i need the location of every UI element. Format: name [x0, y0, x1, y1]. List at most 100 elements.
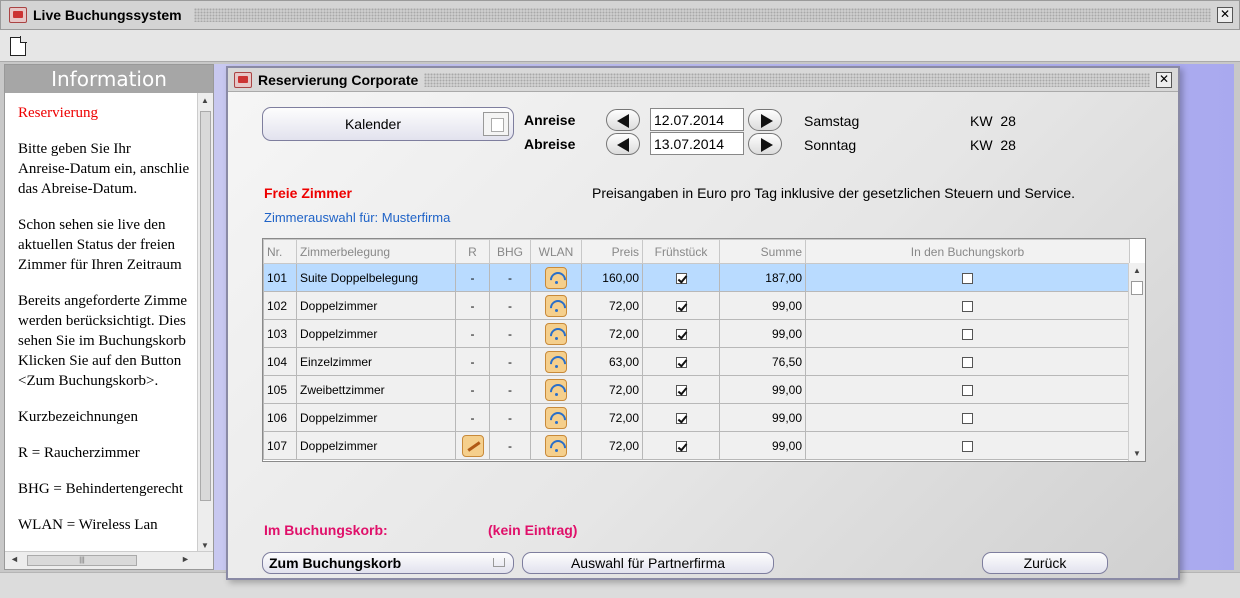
cell-smoking: - [470, 354, 475, 369]
info-vertical-scrollbar[interactable]: ▲ ▼ [197, 93, 213, 553]
table-row[interactable]: 107 Doppelzimmer - 72,00 99,00 [263, 431, 1130, 460]
add-to-basket-checkbox[interactable] [962, 272, 973, 284]
cell-r: - [455, 403, 490, 432]
table-vertical-scrollbar[interactable]: ▲ ▼ [1128, 263, 1145, 461]
departure-date-input[interactable] [650, 132, 744, 155]
column-header[interactable]: Nr. [263, 239, 297, 264]
info-line: werden berücksichtigt. Dies [18, 313, 186, 329]
dialog-close-button[interactable]: ✕ [1156, 71, 1172, 88]
table-row[interactable]: 103 Doppelzimmer - -72,00 99,00 [263, 319, 1130, 348]
arrow-left-icon [617, 114, 629, 128]
breakfast-checkbox[interactable] [675, 300, 687, 312]
wlan-icon [545, 434, 567, 457]
cell-room-type: Doppelzimmer [296, 291, 456, 320]
table-scroll-thumb[interactable] [1131, 281, 1143, 295]
breakfast-checkbox[interactable] [675, 440, 687, 452]
info-scroll-thumb[interactable] [200, 111, 211, 501]
add-to-basket-checkbox[interactable] [962, 440, 973, 452]
column-header[interactable]: BHG [489, 239, 531, 264]
scroll-up-icon[interactable]: ▲ [201, 96, 209, 105]
cell-number: 106 [263, 403, 297, 432]
cell-sum: 99,00 [719, 319, 806, 348]
arrow-right-icon [761, 138, 773, 152]
cell-r: - [455, 347, 490, 376]
cell-bhg: - [489, 291, 531, 320]
breakfast-checkbox[interactable] [675, 356, 687, 368]
cell-r: - [455, 375, 490, 404]
cell-sum: 99,00 [719, 291, 806, 320]
table-row[interactable]: 101 Suite Doppelbelegung - -160,00 187,00 [263, 263, 1130, 292]
add-to-basket-checkbox[interactable] [962, 412, 973, 424]
app-icon [9, 7, 27, 23]
breakfast-checkbox[interactable] [675, 412, 687, 424]
scroll-left-icon[interactable]: ◄ [10, 554, 19, 564]
new-document-icon[interactable] [10, 36, 27, 56]
room-selection-company: Zimmerauswahl für: Musterfirma [264, 210, 451, 225]
cell-price: 72,00 [581, 403, 643, 432]
cell-r: - [455, 319, 490, 348]
column-header[interactable]: R [455, 239, 490, 264]
add-to-basket-checkbox[interactable] [962, 356, 973, 368]
column-header[interactable]: Zimmerbelegung [296, 239, 456, 264]
cell-breakfast [642, 403, 720, 432]
cell-room-type: Suite Doppelbelegung [296, 263, 456, 292]
departure-prev-button[interactable] [606, 133, 640, 155]
info-horizontal-scrollbar[interactable]: ◄ ||| ► [5, 551, 213, 569]
arrow-left-icon [617, 138, 629, 152]
table-row[interactable]: 102 Doppelzimmer - -72,00 99,00 [263, 291, 1130, 320]
column-header[interactable]: In den Buchungskorb [805, 239, 1130, 264]
arrival-calendar-week: KW 28 [970, 113, 1016, 129]
cell-wlan [530, 319, 582, 348]
cell-number: 107 [263, 431, 297, 460]
titlebar-drag-area[interactable] [193, 8, 1211, 22]
add-to-basket-checkbox[interactable] [962, 300, 973, 312]
cell-bhg: - [489, 403, 531, 432]
table-row[interactable]: 105 Zweibettzimmer - -72,00 99,00 [263, 375, 1130, 404]
calendar-button[interactable]: Kalender [262, 107, 514, 141]
cell-wlan [530, 347, 582, 376]
cell-basket [805, 263, 1130, 292]
scroll-down-icon[interactable]: ▼ [1133, 449, 1141, 458]
table-row[interactable]: 106 Doppelzimmer - -72,00 99,00 [263, 403, 1130, 432]
cell-bhg: - [489, 431, 531, 460]
to-basket-button[interactable]: Zum Buchungskorb [262, 552, 514, 574]
back-button[interactable]: Zurück [982, 552, 1108, 574]
column-header[interactable]: WLAN [530, 239, 582, 264]
add-to-basket-checkbox[interactable] [962, 328, 973, 340]
info-paragraph: Bitte geben Sie Ihr Anreise-Datum ein, a… [18, 139, 197, 199]
scroll-right-icon[interactable]: ► [181, 554, 190, 564]
departure-next-button[interactable] [748, 133, 782, 155]
column-header[interactable]: Preis [581, 239, 643, 264]
cell-number: 104 [263, 347, 297, 376]
wlan-icon [545, 322, 567, 345]
cell-sum: 187,00 [719, 263, 806, 292]
dialog-title: Reservierung Corporate [258, 71, 419, 88]
info-line: WLAN = Wireless Lan [18, 517, 158, 533]
cell-number: 102 [263, 291, 297, 320]
cell-room-type: Doppelzimmer [296, 319, 456, 348]
arrival-date-input[interactable] [650, 108, 744, 131]
cell-breakfast [642, 431, 720, 460]
dialog-drag-area[interactable] [424, 72, 1150, 87]
breakfast-checkbox[interactable] [675, 272, 687, 284]
cell-sum: 99,00 [719, 403, 806, 432]
toolbar [0, 30, 1240, 62]
cell-price: 72,00 [581, 319, 643, 348]
scroll-down-icon[interactable]: ▼ [201, 541, 209, 550]
cell-room-type: Doppelzimmer [296, 431, 456, 460]
breakfast-checkbox[interactable] [675, 328, 687, 340]
window-close-button[interactable]: ✕ [1217, 7, 1233, 23]
table-row[interactable]: 104 Einzelzimmer - -63,00 76,50 [263, 347, 1130, 376]
add-to-basket-checkbox[interactable] [962, 384, 973, 396]
arrival-prev-button[interactable] [606, 109, 640, 131]
partner-company-button[interactable]: Auswahl für Partnerfirma [522, 552, 774, 574]
breakfast-checkbox[interactable] [675, 384, 687, 396]
scroll-up-icon[interactable]: ▲ [1133, 266, 1141, 275]
cell-breakfast [642, 263, 720, 292]
info-hscroll-thumb[interactable]: ||| [27, 555, 137, 566]
column-header[interactable]: Summe [719, 239, 806, 264]
arrival-next-button[interactable] [748, 109, 782, 131]
info-line: Bereits angeforderte Zimme [18, 293, 188, 309]
column-header[interactable]: Frühstück [642, 239, 720, 264]
wlan-icon [545, 294, 567, 317]
